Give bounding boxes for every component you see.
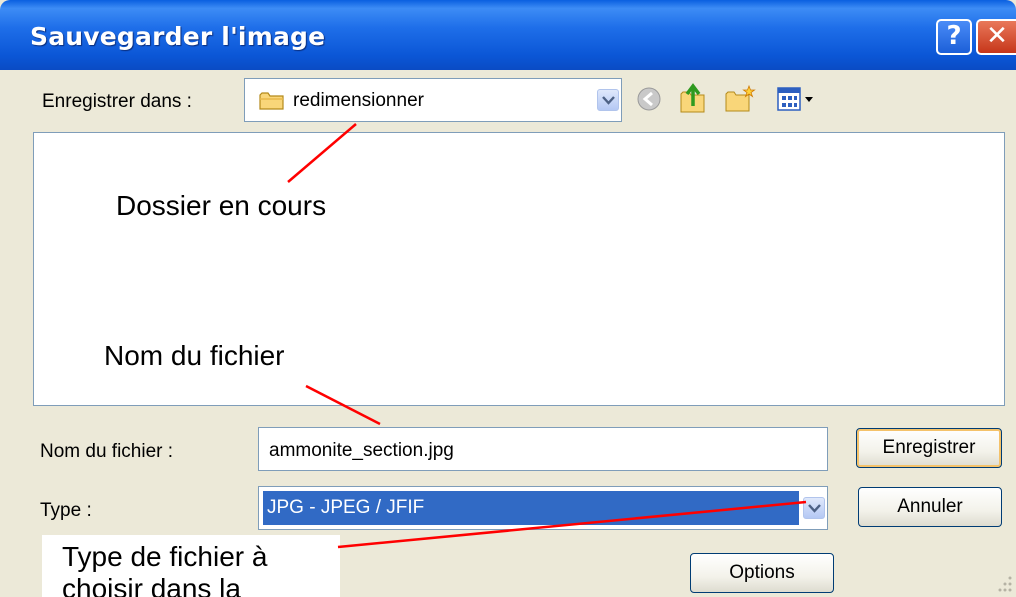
annotation-line-file-type [337, 500, 807, 549]
annotation-lines [287, 123, 807, 549]
annotation-line-file-name [305, 384, 381, 426]
annotation-line-current-folder [287, 123, 357, 183]
